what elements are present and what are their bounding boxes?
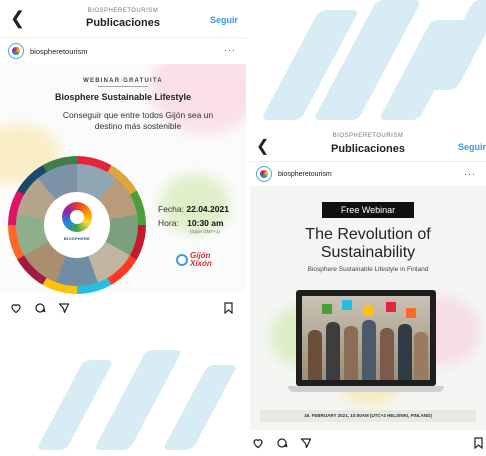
sdg-card xyxy=(386,302,396,312)
sdg-card xyxy=(406,308,416,318)
gijon-logo-icon xyxy=(176,254,188,266)
bookmark-icon[interactable] xyxy=(473,437,484,449)
comment-icon[interactable] xyxy=(34,302,46,314)
post-actions xyxy=(0,294,246,322)
date-label: Fecha: xyxy=(158,204,184,214)
gijon-logo-text: Gijón Xixón xyxy=(190,252,212,268)
header-account-caption: BIOSPHERETOURISM xyxy=(87,8,159,14)
account-username[interactable]: biospheretourism xyxy=(30,47,88,56)
eyebrow-divider xyxy=(98,86,148,87)
post-actions xyxy=(250,430,486,456)
laptop-screen-photo xyxy=(302,296,430,380)
webinar-title-line: Sustainability xyxy=(320,244,416,261)
description-line: Conseguir que entre todos Gijón sea un xyxy=(62,110,214,120)
free-webinar-band: Free Webinar xyxy=(322,202,414,218)
photo-person xyxy=(326,322,340,380)
post-header: ❮ BIOSPHERETOURISM Publicaciones Seguir xyxy=(0,0,246,38)
date-row: Fecha: 22.04.2021 xyxy=(158,204,229,214)
time-label: Hora: xyxy=(158,218,179,228)
webinar-description: Conseguir que entre todos Gijón sea un d… xyxy=(50,110,226,132)
instagram-post-gijon: ❮ BIOSPHERETOURISM Publicaciones Seguir … xyxy=(0,0,246,345)
webinar-eyebrow: WEBINAR GRATUITA xyxy=(83,78,163,84)
follow-button[interactable]: Seguir xyxy=(458,142,486,152)
avatar[interactable] xyxy=(8,43,24,59)
photo-person xyxy=(308,330,322,380)
comment-icon[interactable] xyxy=(276,437,288,449)
account-row: biospheretourism ··· xyxy=(0,38,246,64)
sdg-card xyxy=(364,306,374,316)
instagram-post-finland: ❮ BIOSPHERETOURISM Publicaciones Seguir … xyxy=(250,130,486,456)
heart-icon[interactable] xyxy=(10,302,22,314)
wheel-brand-text: BIOSPHERE xyxy=(63,236,91,241)
share-icon[interactable] xyxy=(300,437,312,449)
more-options-icon[interactable]: ··· xyxy=(224,45,236,55)
post-header: ❮ BIOSPHERETOURISM Publicaciones Seguir xyxy=(250,130,486,162)
photo-person xyxy=(380,328,394,380)
post-image: Free Webinar The Revolution of Sustainab… xyxy=(250,186,486,430)
post-image: WEBINAR GRATUITA Biosphere Sustainable L… xyxy=(0,64,246,294)
account-row: biospheretourism ··· xyxy=(250,162,486,186)
avatar-logo-icon xyxy=(260,170,268,178)
heart-icon[interactable] xyxy=(252,437,264,449)
photo-person xyxy=(414,332,428,380)
more-options-icon[interactable]: ··· xyxy=(464,169,476,179)
photo-person xyxy=(362,320,376,380)
gijon-logo-line: Xixón xyxy=(190,259,212,268)
follow-button[interactable]: Seguir xyxy=(210,15,238,25)
time-row: Hora: 10:30 am xyxy=(158,218,224,228)
avatar[interactable] xyxy=(256,166,272,182)
webinar-title: Biosphere Sustainable Lifestyle xyxy=(54,92,192,102)
date-value: 22.04.2021 xyxy=(186,204,229,214)
biosphere-logo-center xyxy=(70,210,84,224)
photo-person xyxy=(398,324,412,380)
photo-person xyxy=(344,326,358,380)
account-username[interactable]: biospheretourism xyxy=(278,171,332,178)
webinar-date-footer: 16. FEBRUARY 2021, 10:00AM (UTC+2 HELSIN… xyxy=(260,410,476,422)
sdg-card xyxy=(342,300,352,310)
share-icon[interactable] xyxy=(58,302,70,314)
laptop-base xyxy=(288,386,444,392)
header-title: Publicaciones xyxy=(331,143,405,155)
description-line: destino más sostenible xyxy=(94,121,182,131)
header-account-caption: BIOSPHERETOURISM xyxy=(332,133,404,139)
decorative-stroke xyxy=(162,365,238,450)
webinar-title-line: The Revolution of xyxy=(305,226,431,243)
webinar-subtitle: Biosphere Sustainable Lifestyle in Finla… xyxy=(307,266,429,273)
time-zone: (Gijón GMT+1) xyxy=(190,229,220,234)
sdg-card xyxy=(322,304,332,314)
avatar-logo-icon xyxy=(12,47,20,55)
time-value: 10:30 am xyxy=(187,218,224,228)
bookmark-icon[interactable] xyxy=(223,302,234,314)
